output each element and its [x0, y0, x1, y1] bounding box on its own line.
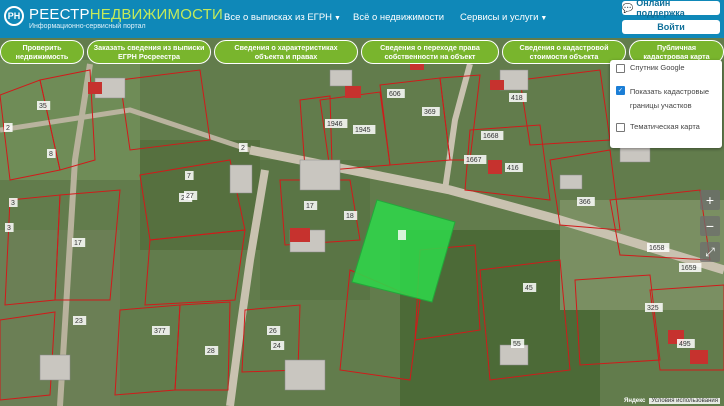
selected-parcel-marker [398, 230, 406, 240]
chat-icon: 💬 [622, 2, 634, 13]
layer-google-satellite[interactable]: Спутник Google [616, 63, 685, 73]
service-characteristics[interactable]: Сведения о характеристиках объекта и пра… [214, 40, 358, 64]
nav-services[interactable]: Сервисы и услуги ▼ [460, 12, 547, 23]
brand-main: РЕЕСТР [29, 6, 90, 23]
zoom-out-button[interactable]: − [700, 216, 720, 236]
yandex-logo: Яндекс [624, 398, 646, 404]
chevron-down-icon: ▼ [334, 15, 341, 22]
site-header: РН РЕЕСТРНЕДВИЖИМОСТИ Информационно-серв… [0, 0, 724, 38]
service-label: Сведения о характеристиках объекта и пра… [234, 43, 338, 61]
terms-link[interactable]: Условия использования [649, 398, 720, 404]
brand-accent: НЕДВИЖИМОСТИ [89, 6, 223, 23]
support-button[interactable]: 💬 Онлайн поддержка [622, 0, 720, 18]
nav-extracts[interactable]: Все о выписках из ЕГРН ▼ [224, 12, 341, 23]
layer-panel: Спутник Google ✓ Показать кадастровые гра… [610, 60, 722, 148]
logo-icon[interactable]: РН [4, 6, 24, 26]
zoom-in-button[interactable]: + [700, 190, 720, 210]
service-label: Публичная кадастровая карта [643, 43, 710, 61]
fullscreen-button[interactable]: ⤢ [700, 242, 720, 262]
nav-label: Сервисы и услуги [460, 12, 539, 23]
service-label: Сведения о переходе права собственности … [380, 43, 480, 61]
plus-icon: + [705, 192, 715, 208]
service-ownership-transfer[interactable]: Сведения о переходе права собственности … [361, 40, 499, 64]
layer-label: Показать кадастровые границы участков [629, 87, 710, 110]
brand-name[interactable]: РЕЕСТРНЕДВИЖИМОСТИ [29, 6, 223, 23]
layer-label: Спутник Google [630, 63, 685, 72]
service-order-egrn[interactable]: Заказать сведения из выписки ЕГРН Росрее… [87, 40, 211, 64]
fullscreen-icon: ⤢ [705, 244, 715, 259]
map-attribution: Яндекс Условия использования [624, 398, 720, 404]
checkbox-checked[interactable]: ✓ [616, 86, 625, 95]
service-label: Сведения о кадастровой стоимости объекта [519, 43, 609, 61]
service-label: Заказать сведения из выписки ЕГРН Росрее… [93, 43, 205, 61]
layer-thematic-map[interactable]: Тематическая карта [616, 122, 700, 132]
chevron-down-icon: ▼ [540, 15, 548, 22]
minus-icon: − [705, 218, 715, 234]
login-label: Войти [657, 22, 685, 32]
service-cadastral-value[interactable]: Сведения о кадастровой стоимости объекта [502, 40, 626, 64]
service-check-property[interactable]: Проверить недвижимость [0, 40, 84, 64]
support-label: Онлайн поддержка [636, 0, 685, 18]
checkbox[interactable] [616, 123, 625, 132]
nav-label: Всё о недвижимости [353, 12, 445, 23]
brand-tagline: Информационно-сервисный портал [29, 23, 146, 30]
nav-realty[interactable]: Всё о недвижимости [353, 12, 444, 23]
service-label: Проверить недвижимость [15, 43, 69, 61]
nav-label: Все о выписках из ЕГРН [224, 12, 333, 23]
checkbox[interactable] [616, 64, 625, 73]
login-button[interactable]: Войти [622, 20, 720, 34]
layer-cadastral-borders[interactable]: ✓ Показать кадастровые границы участков [616, 85, 716, 113]
layer-label: Тематическая карта [630, 122, 700, 131]
